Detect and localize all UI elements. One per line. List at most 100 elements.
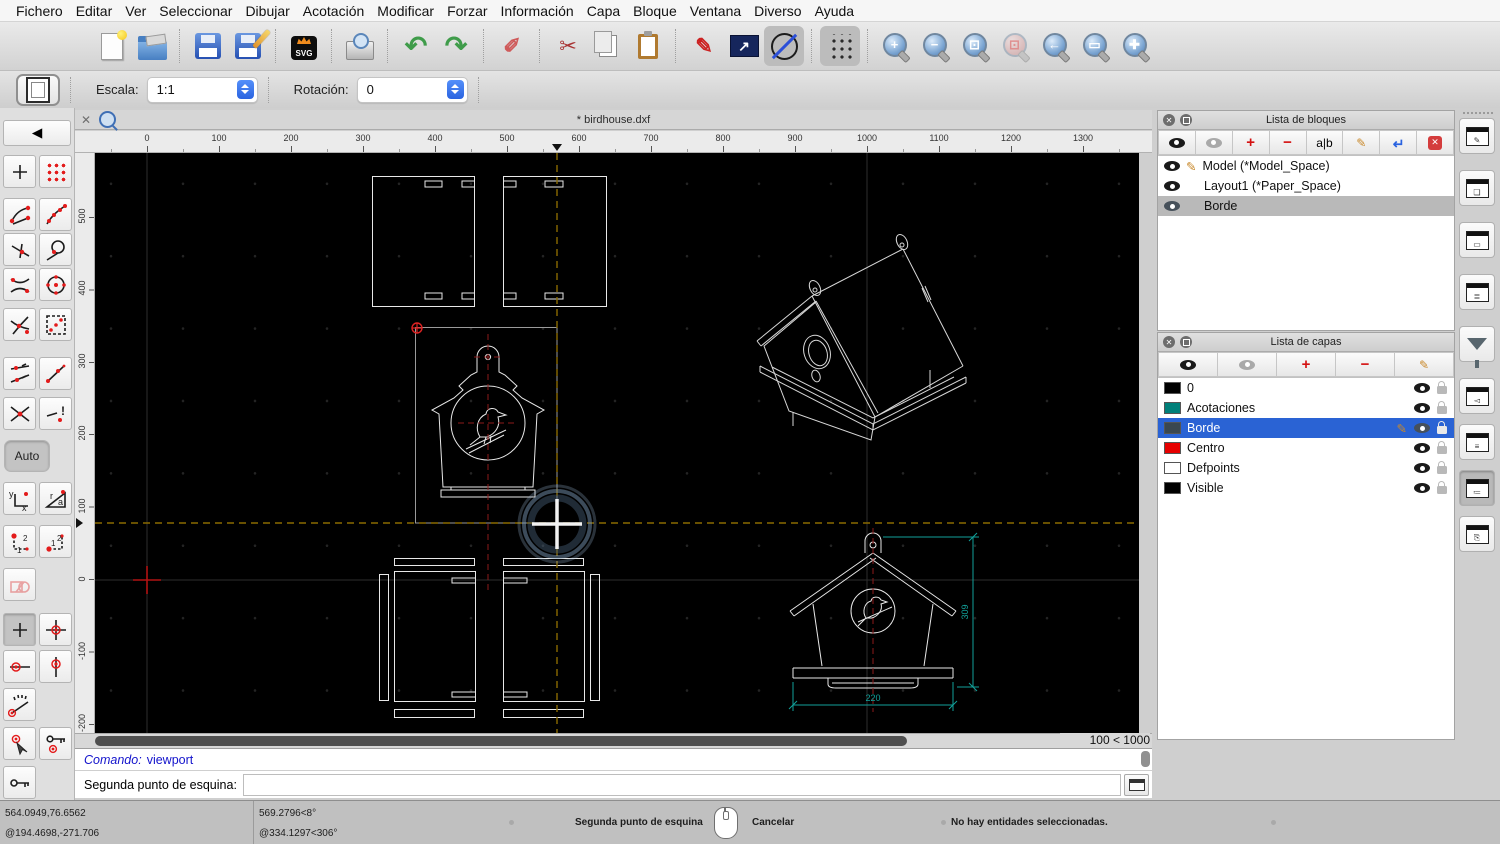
zoom-window-button[interactable]: ▭ (1076, 26, 1116, 66)
eye-icon[interactable] (1414, 463, 1430, 473)
dock-layer-list-button[interactable]: ▭ (1459, 222, 1495, 258)
snap-back-button[interactable]: ◀ (3, 120, 71, 146)
snap-on-entity-button[interactable] (39, 198, 72, 231)
rename-block-button[interactable]: a|b (1306, 130, 1344, 155)
dock-block-list-button[interactable]: ❏ (1459, 170, 1495, 206)
insert-block-button[interactable]: ↴ (1380, 130, 1418, 155)
edit-entity-button[interactable]: ✎ (684, 26, 724, 66)
menu-dibujar[interactable]: Dibujar (245, 3, 289, 19)
edit-layer-button[interactable]: ✎ (1395, 352, 1454, 377)
restrict-nothing-button[interactable] (3, 613, 36, 646)
detach-panel-button[interactable] (1180, 114, 1192, 126)
menu-bloque[interactable]: Bloque (633, 3, 677, 19)
add-layer-button[interactable]: + (1277, 352, 1336, 377)
new-file-button[interactable] (92, 26, 132, 66)
command-input[interactable] (242, 773, 1121, 796)
menu-forzar[interactable]: Forzar (447, 3, 487, 19)
rotation-combobox[interactable]: 0 (356, 76, 468, 103)
measure-distance-button[interactable]: ↗ (724, 26, 764, 66)
zoom-previous-button[interactable]: ← (1036, 26, 1076, 66)
eye-icon[interactable] (1164, 161, 1180, 171)
restrict-horizontal-button[interactable] (3, 650, 36, 683)
hide-all-layers-button[interactable] (1218, 352, 1277, 377)
relative-cartesian-button[interactable]: 12 (3, 525, 36, 558)
lock-icon[interactable] (1437, 381, 1447, 394)
snap-intersection-manual-button[interactable]: ! (39, 397, 72, 430)
paste-button[interactable] (628, 26, 668, 66)
open-file-button[interactable] (132, 26, 172, 66)
snap-tangent-button[interactable] (39, 233, 72, 266)
eye-icon[interactable] (1414, 443, 1430, 453)
snap-reference-button[interactable] (39, 308, 72, 341)
command-window-button[interactable] (1124, 773, 1149, 796)
lock-icon[interactable] (1437, 441, 1447, 454)
eye-icon[interactable] (1164, 181, 1180, 191)
zoom-out-button[interactable]: − (916, 26, 956, 66)
eye-icon[interactable] (1414, 423, 1430, 433)
save-as-button[interactable] (228, 26, 271, 66)
menu-editar[interactable]: Editar (76, 3, 113, 19)
layer-row-visible[interactable]: Visible (1158, 478, 1454, 498)
eye-icon[interactable] (1164, 201, 1180, 211)
cut-button[interactable]: ✂ (548, 26, 588, 66)
lock-icon[interactable] (1437, 481, 1447, 494)
pan-button[interactable]: ✚ (1116, 26, 1156, 66)
coordinate-polar-button[interactable]: ra (39, 482, 72, 515)
dock-clipboard-button[interactable]: ⎘ (1459, 516, 1495, 552)
remove-block-button[interactable]: − (1269, 130, 1307, 155)
stepper-icon[interactable] (236, 79, 254, 99)
lock-relative-zero-button[interactable] (39, 727, 72, 760)
edit-block-button[interactable]: ✎ (1343, 130, 1381, 155)
dock-library-browser-button[interactable]: ≣ (1459, 274, 1495, 310)
angle-gauge-button[interactable] (3, 688, 36, 721)
restrict-both-button[interactable] (39, 613, 72, 646)
menu-seleccionar[interactable]: Seleccionar (159, 3, 232, 19)
show-all-blocks-button[interactable] (1158, 130, 1196, 155)
set-relative-zero-button[interactable] (3, 727, 36, 760)
snap-middle-button[interactable] (3, 357, 36, 390)
zoom-in-button[interactable]: + (876, 26, 916, 66)
snap-endpoints-button[interactable] (3, 198, 36, 231)
hide-all-blocks-button[interactable] (1195, 130, 1233, 155)
redo-button[interactable]: ↷ (436, 26, 476, 66)
block-row-layout1[interactable]: Layout1 (*Paper_Space) (1158, 176, 1454, 196)
layer-row-borde[interactable]: Borde ✎ (1158, 418, 1454, 438)
menu-ventana[interactable]: Ventana (690, 3, 741, 19)
viewport-tool-button[interactable] (16, 73, 60, 106)
copy-button[interactable] (588, 26, 628, 66)
undo-button[interactable]: ↶ (396, 26, 436, 66)
menu-ver[interactable]: Ver (125, 3, 146, 19)
close-panel-button[interactable]: ✕ (1163, 336, 1175, 348)
eye-icon[interactable] (1414, 383, 1430, 393)
dock-list-button[interactable]: ≡ (1459, 424, 1495, 460)
menu-capa[interactable]: Capa (587, 3, 620, 19)
close-panel-button[interactable]: ✕ (1163, 114, 1175, 126)
snap-free-button[interactable] (3, 155, 36, 188)
command-scrollbar-thumb[interactable] (1141, 751, 1150, 767)
snap-center-button[interactable] (39, 268, 72, 301)
lock-icon[interactable] (1437, 461, 1447, 474)
drawing-canvas[interactable]: 309 220 (95, 153, 1139, 733)
zoom-selection-button[interactable]: ⊡ (996, 26, 1036, 66)
menu-ayuda[interactable]: Ayuda (815, 3, 854, 19)
restrict-vertical-button[interactable] (39, 650, 72, 683)
snap-perpendicular-button[interactable] (3, 233, 36, 266)
detach-panel-button[interactable] (1180, 336, 1192, 348)
menu-informacion[interactable]: Información (501, 3, 574, 19)
relative-polar-button[interactable]: 12 (39, 525, 72, 558)
snap-auto-button[interactable]: Auto (4, 440, 50, 472)
grid-toggle[interactable] (820, 26, 860, 66)
scrollbar-thumb[interactable] (95, 736, 907, 746)
dock-selection-filter-button[interactable] (1459, 326, 1495, 368)
show-all-layers-button[interactable] (1158, 352, 1218, 377)
layer-row-defpoints[interactable]: Defpoints (1158, 458, 1454, 478)
snap-auto-intersection-button[interactable] (3, 308, 36, 341)
stepper-icon[interactable] (446, 79, 464, 99)
layer-row-0[interactable]: 0 (1158, 378, 1454, 398)
add-block-button[interactable]: + (1232, 130, 1270, 155)
snap-grid-button[interactable] (39, 155, 72, 188)
snap-distance-button[interactable] (39, 357, 72, 390)
restrict-orthogonal-button[interactable] (3, 568, 36, 601)
menu-acotacion[interactable]: Acotación (303, 3, 364, 19)
eye-icon[interactable] (1414, 403, 1430, 413)
